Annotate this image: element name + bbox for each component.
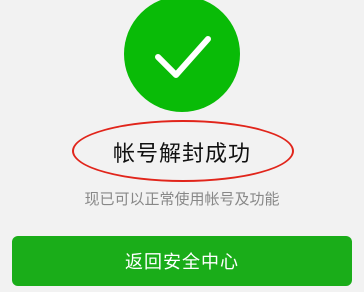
success-badge	[124, 0, 240, 112]
unban-success-screen: 帐号解封成功 现已可以正常使用帐号及功能 返回安全中心	[0, 0, 364, 292]
status-description: 现已可以正常使用帐号及功能	[84, 190, 280, 208]
page-title: 帐号解封成功	[112, 142, 251, 167]
back-to-security-center-button[interactable]: 返回安全中心	[12, 236, 352, 286]
checkmark-icon	[155, 36, 211, 78]
